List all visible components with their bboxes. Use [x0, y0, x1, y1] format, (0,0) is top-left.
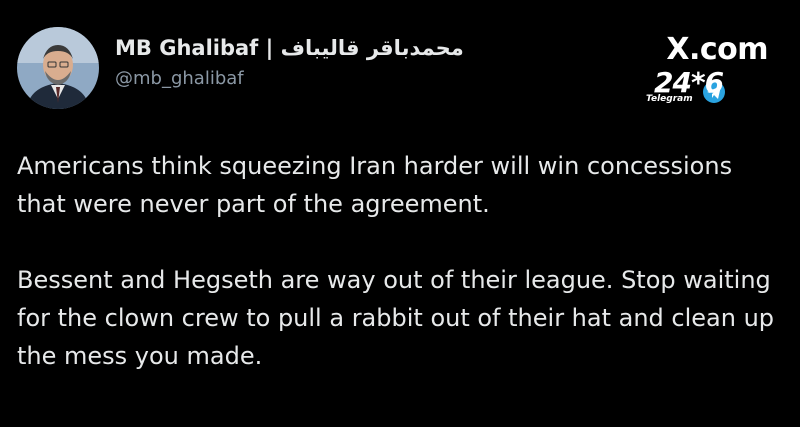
tweet-paragraph-2: Bessent and Hegseth are way out of their… [17, 266, 775, 370]
user-handle[interactable]: @mb_ghalibaf [115, 68, 244, 89]
tweet-paragraph-1: Americans think squeezing Iran harder wi… [17, 152, 733, 218]
person-portrait-icon [17, 27, 99, 109]
logo-subtext: Telegram [646, 94, 693, 104]
site-label: X.com [666, 32, 768, 67]
channel-logo: 24*6 Telegram [646, 66, 762, 108]
tweet-body: Americans think squeezing Iran harder wi… [17, 147, 787, 375]
watermark: X.com 24*6 Telegram [646, 32, 782, 112]
display-name[interactable]: MB Ghalibaf | محمدباقر قالیباف [115, 36, 464, 60]
avatar[interactable] [17, 27, 99, 109]
